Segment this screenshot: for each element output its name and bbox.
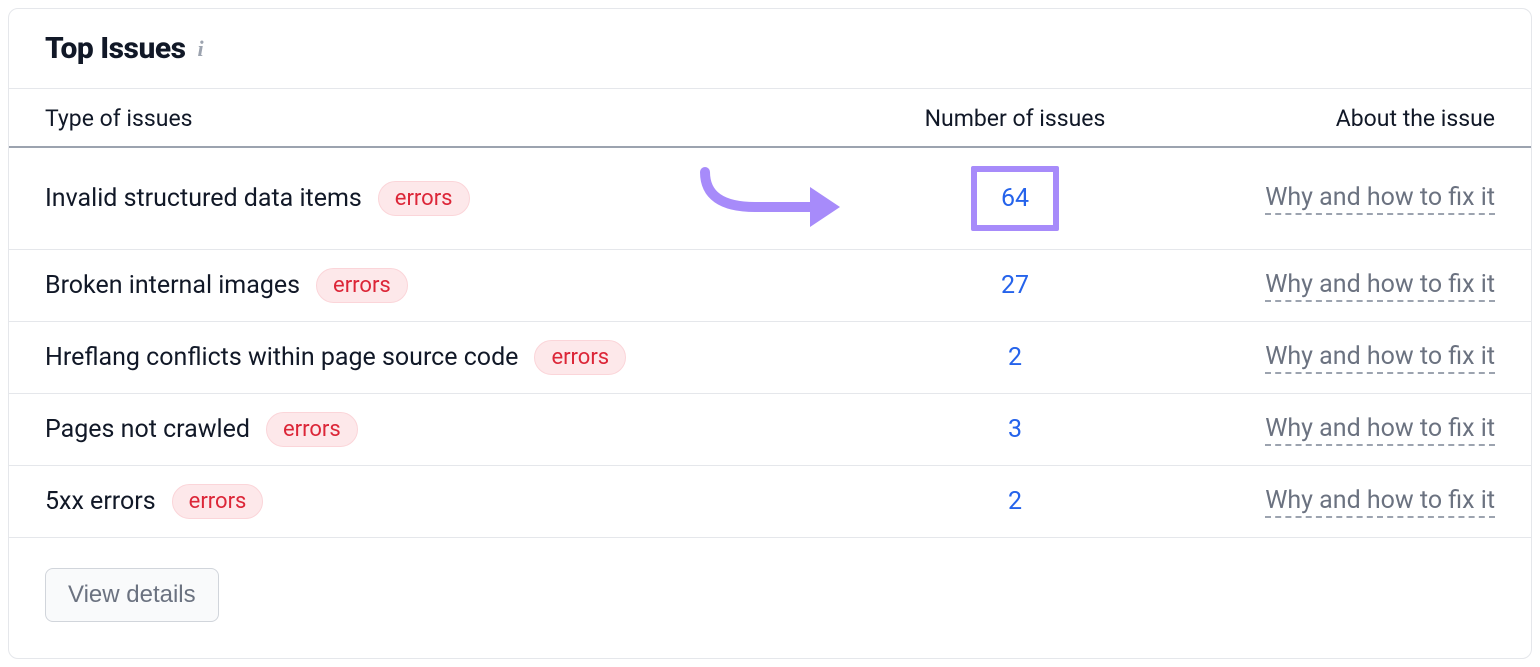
- highlight-box: 64: [971, 166, 1059, 231]
- cell-issue-type: Hreflang conflicts within page source co…: [45, 340, 855, 375]
- card-header: Top Issues i: [9, 9, 1531, 89]
- why-and-how-link[interactable]: Why and how to fix it: [1265, 183, 1495, 215]
- top-issues-card: Top Issues i Type of issues Number of is…: [8, 8, 1532, 659]
- error-badge: errors: [534, 340, 626, 375]
- issue-count-link[interactable]: 2: [1008, 343, 1022, 372]
- issue-name: Invalid structured data items: [45, 184, 362, 213]
- table-row: 5xx errors errors 2 Why and how to fix it: [9, 466, 1531, 538]
- info-icon[interactable]: i: [198, 36, 204, 62]
- error-badge: errors: [316, 268, 408, 303]
- card-title: Top Issues: [45, 31, 186, 66]
- column-header-type: Type of issues: [45, 105, 855, 132]
- table-row: Hreflang conflicts within page source co…: [9, 322, 1531, 394]
- why-and-how-link[interactable]: Why and how to fix it: [1265, 414, 1495, 446]
- why-and-how-link[interactable]: Why and how to fix it: [1265, 342, 1495, 374]
- cell-issue-count: 2: [855, 487, 1175, 516]
- table-header-row: Type of issues Number of issues About th…: [9, 89, 1531, 148]
- issue-name: Hreflang conflicts within page source co…: [45, 343, 518, 372]
- cell-issue-count: 64: [855, 166, 1175, 231]
- issue-name: Broken internal images: [45, 271, 300, 300]
- cell-issue-type: Broken internal images errors: [45, 268, 855, 303]
- why-and-how-link[interactable]: Why and how to fix it: [1265, 270, 1495, 302]
- cell-issue-type: Pages not crawled errors: [45, 412, 855, 447]
- table-row: Broken internal images errors 27 Why and ho…: [9, 250, 1531, 322]
- table-row: Invalid structured data items errors 64 Wh…: [9, 148, 1531, 250]
- column-header-number: Number of issues: [855, 105, 1175, 132]
- column-header-about: About the issue: [1175, 105, 1495, 132]
- cell-about: Why and how to fix it: [1175, 270, 1495, 302]
- issue-name: Pages not crawled: [45, 415, 250, 444]
- cell-about: Why and how to fix it: [1175, 414, 1495, 446]
- cell-about: Why and how to fix it: [1175, 342, 1495, 374]
- issue-count-link[interactable]: 27: [1001, 271, 1029, 300]
- cell-issue-count: 27: [855, 271, 1175, 300]
- issue-count-link[interactable]: 64: [1001, 184, 1029, 213]
- issue-name: 5xx errors: [45, 487, 156, 516]
- issue-count-link[interactable]: 2: [1008, 487, 1022, 516]
- issues-rows-container: Invalid structured data items errors 64 Wh…: [9, 148, 1531, 538]
- cell-issue-type: Invalid structured data items errors: [45, 181, 855, 216]
- error-badge: errors: [172, 484, 264, 519]
- view-details-button[interactable]: View details: [45, 568, 219, 622]
- issue-count-link[interactable]: 3: [1008, 415, 1022, 444]
- cell-issue-type: 5xx errors errors: [45, 484, 855, 519]
- table-row: Pages not crawled errors 3 Why and how to f…: [9, 394, 1531, 466]
- card-footer: View details: [9, 538, 1531, 658]
- cell-issue-count: 2: [855, 343, 1175, 372]
- cell-issue-count: 3: [855, 415, 1175, 444]
- why-and-how-link[interactable]: Why and how to fix it: [1265, 486, 1495, 518]
- cell-about: Why and how to fix it: [1175, 486, 1495, 518]
- error-badge: errors: [266, 412, 358, 447]
- cell-about: Why and how to fix it: [1175, 183, 1495, 215]
- error-badge: errors: [378, 181, 470, 216]
